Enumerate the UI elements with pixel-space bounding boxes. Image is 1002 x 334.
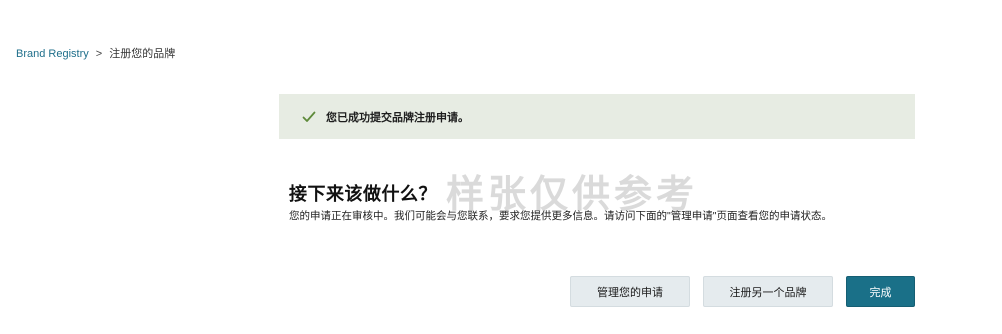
register-another-brand-button[interactable]: 注册另一个品牌 — [703, 276, 833, 307]
success-alert: 您已成功提交品牌注册申请。 — [279, 94, 915, 139]
manage-application-button[interactable]: 管理您的申请 — [570, 276, 690, 307]
done-button[interactable]: 完成 — [846, 276, 915, 307]
check-icon — [300, 108, 318, 126]
breadcrumb: Brand Registry > 注册您的品牌 — [16, 46, 175, 62]
breadcrumb-separator: > — [95, 48, 103, 60]
breadcrumb-current: 注册您的品牌 — [109, 48, 176, 60]
page: Brand Registry > 注册您的品牌 您已成功提交品牌注册申请。 接下… — [0, 0, 1002, 334]
next-steps-description: 您的申请正在审核中。我们可能会与您联系，要求您提供更多信息。请访问下面的"管理申… — [289, 210, 832, 222]
next-steps-title: 接下来该做什么？ — [289, 184, 437, 204]
alert-message: 您已成功提交品牌注册申请。 — [326, 111, 469, 124]
breadcrumb-link-brand-registry[interactable]: Brand Registry — [16, 46, 89, 62]
